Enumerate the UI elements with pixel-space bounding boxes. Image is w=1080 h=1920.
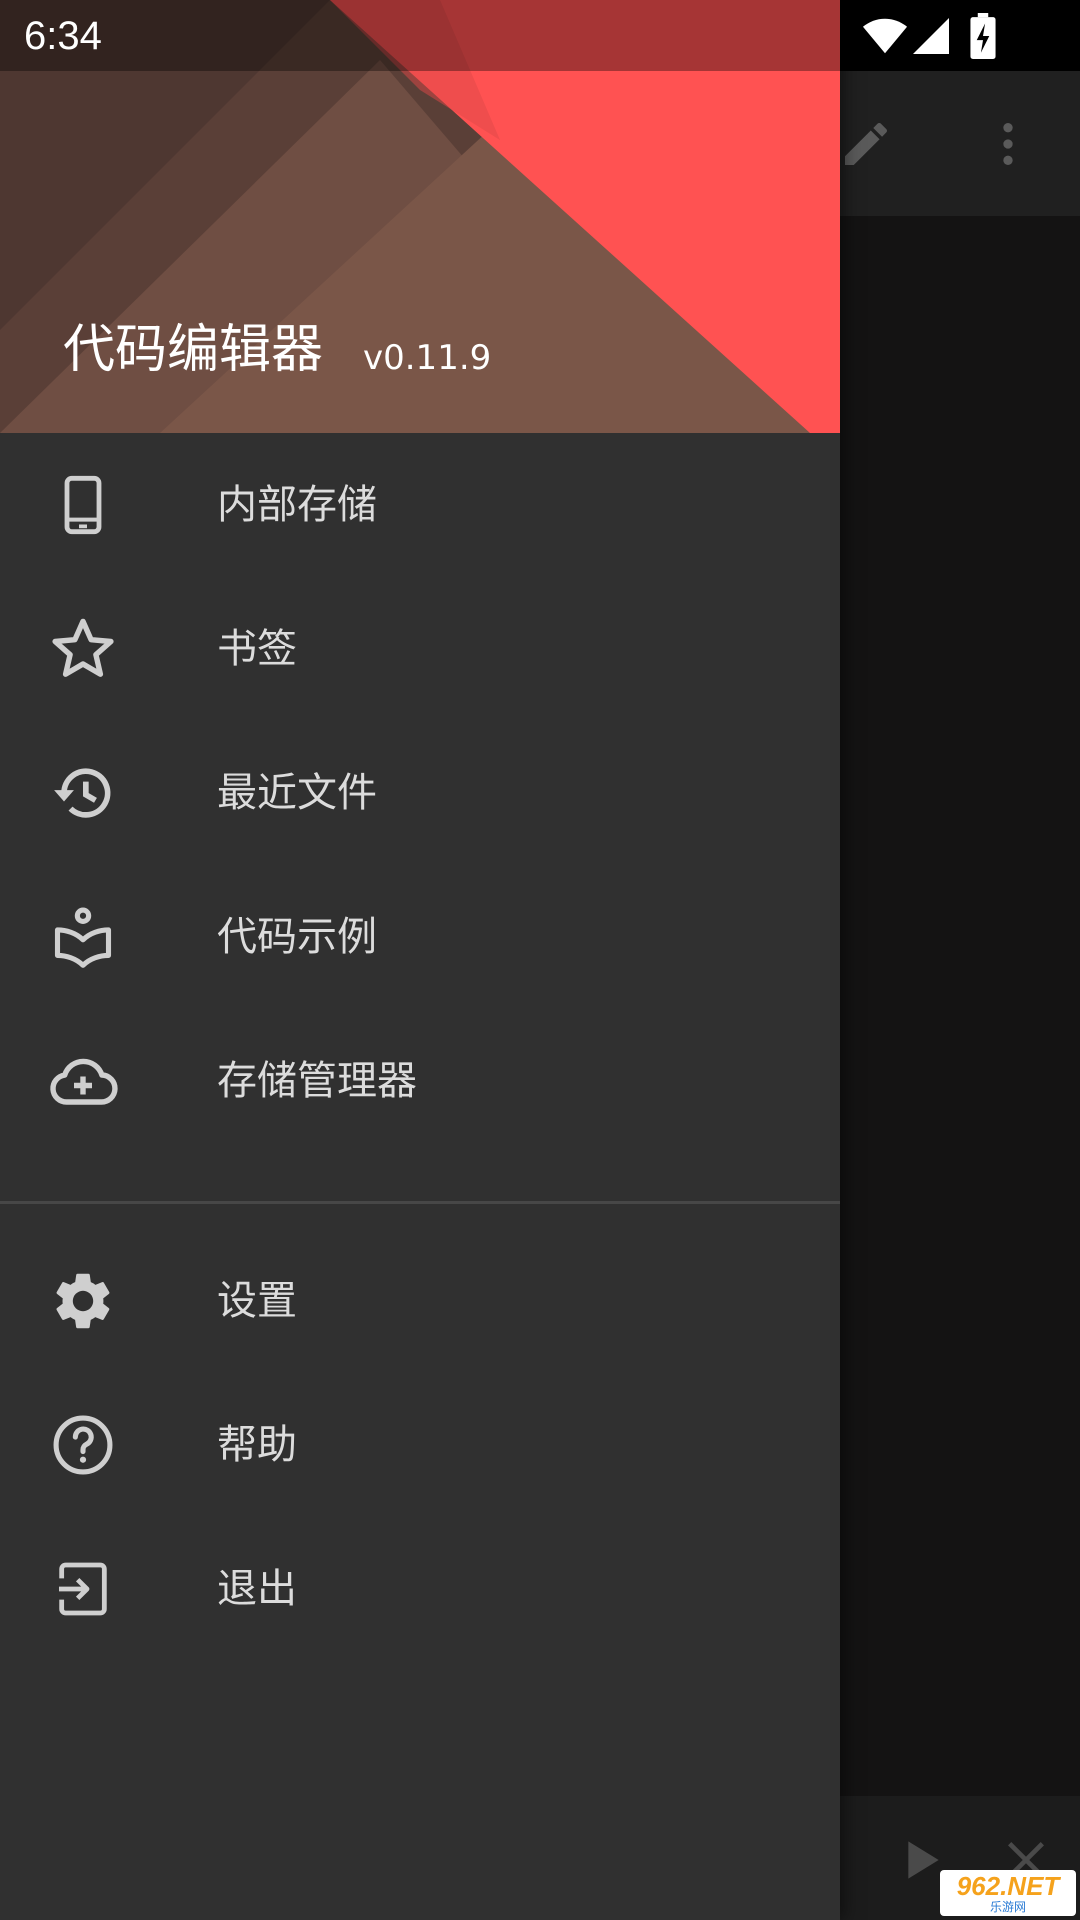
menu-item-internal-storage[interactable]: 内部存储	[0, 433, 840, 577]
menu-item-label: 代码示例	[217, 914, 377, 960]
navigation-drawer: 代码编辑器 v0.11.9 内部存储 书签 最近文件 代码示例 存储管理器 设置…	[0, 0, 840, 1920]
cell-signal-icon	[910, 12, 952, 60]
book-reader-icon	[47, 901, 119, 973]
app-title: 代码编辑器	[63, 320, 324, 380]
battery-charging-icon	[968, 12, 998, 60]
phone-icon	[47, 469, 119, 541]
menu-item-label: 退出	[217, 1566, 297, 1612]
menu-item-label: 存储管理器	[217, 1058, 417, 1104]
menu-divider	[0, 1201, 840, 1204]
edit-icon[interactable]	[830, 108, 902, 180]
menu-item-bookmarks[interactable]: 书签	[0, 577, 840, 721]
cloud-add-icon	[47, 1045, 119, 1117]
wifi-icon	[862, 12, 908, 60]
menu-item-label: 帮助	[217, 1422, 297, 1468]
more-vert-icon[interactable]	[972, 108, 1044, 180]
menu-item-exit[interactable]: 退出	[0, 1517, 840, 1661]
menu-item-storage-manager[interactable]: 存储管理器	[0, 1009, 840, 1153]
app-version: v0.11.9	[363, 338, 492, 378]
history-icon	[47, 757, 119, 829]
menu-item-label: 设置	[217, 1278, 297, 1324]
menu-item-help[interactable]: 帮助	[0, 1373, 840, 1517]
menu-item-recent-files[interactable]: 最近文件	[0, 721, 840, 865]
menu-item-label: 最近文件	[217, 770, 377, 816]
watermark-subtext: 乐游网	[989, 1900, 1026, 1914]
help-circle-icon	[47, 1409, 119, 1481]
menu-item-label: 内部存储	[217, 482, 377, 528]
menu-item-settings[interactable]: 设置	[0, 1229, 840, 1373]
status-time: 6:34	[24, 14, 102, 58]
star-outline-icon	[47, 613, 119, 685]
watermark-text: 962.NET	[956, 1871, 1060, 1901]
menu-item-label: 书签	[217, 626, 297, 672]
site-watermark: 962.NET 乐游网	[940, 1870, 1076, 1916]
menu-item-code-samples[interactable]: 代码示例	[0, 865, 840, 1009]
exit-icon	[47, 1553, 119, 1625]
gear-icon	[47, 1265, 119, 1337]
